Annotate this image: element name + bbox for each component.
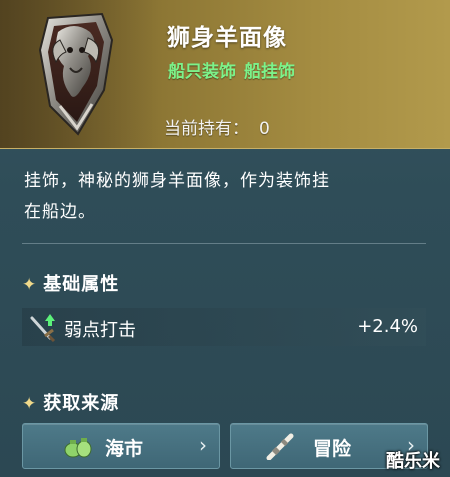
watermark: 酷乐米 [386, 451, 440, 472]
attributes-title-text: 基础属性 [43, 274, 120, 295]
item-description: 挂饰，神秘的狮身羊面像，作为装饰挂 在船边。 [24, 166, 424, 228]
source-button-market[interactable]: 海市 › [22, 423, 220, 469]
item-title: 狮身羊面像 [167, 25, 287, 51]
owned-count: 0 [259, 119, 270, 139]
source-button-label: 海市 [105, 438, 144, 460]
stat-row: 弱点打击 +2.4% [22, 308, 426, 346]
description-line: 挂饰，神秘的狮身羊面像，作为装饰挂 [24, 171, 330, 191]
owned-count-row: 当前持有： 0 [164, 114, 270, 139]
item-header: 狮身羊面像 船只装饰 船挂饰 当前持有： 0 [0, 0, 450, 149]
attributes-section-title: ✦ 基础属性 [22, 270, 119, 296]
sword-up-arrow-icon [30, 314, 56, 342]
chevron-right-icon: › [199, 433, 207, 457]
stat-value: +2.4% [357, 316, 418, 337]
sources-section-title: ✦ 获取来源 [22, 389, 119, 415]
source-button-label: 冒险 [313, 438, 352, 460]
description-line: 在船边。 [24, 202, 96, 222]
divider [22, 243, 426, 244]
money-bag-icon [64, 438, 92, 458]
item-tag: 船挂饰 [244, 62, 295, 82]
spyglass-icon [266, 433, 294, 460]
sources-title-text: 获取来源 [43, 393, 120, 414]
item-tags: 船只装饰 船挂饰 [168, 57, 303, 82]
star-icon: ✦ [22, 275, 38, 295]
stat-name: 弱点打击 [64, 320, 136, 341]
ram-head-shield-icon [38, 12, 114, 136]
item-tag: 船只装饰 [168, 62, 236, 82]
star-icon: ✦ [22, 394, 38, 414]
item-tooltip-panel: 狮身羊面像 船只装饰 船挂饰 当前持有： 0 挂饰，神秘的狮身羊面像，作为装饰挂 在… [0, 0, 450, 477]
owned-label: 当前持有： [164, 119, 249, 139]
